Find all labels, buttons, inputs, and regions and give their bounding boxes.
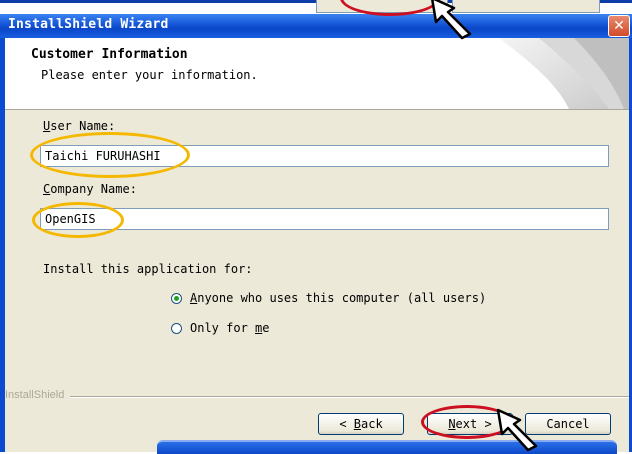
back-button-label: < Back <box>339 417 383 431</box>
company-name-field[interactable]: OpenGIS <box>40 208 609 230</box>
pointer-hand-icon <box>431 0 472 40</box>
radio-only-me[interactable]: Only for me <box>171 321 270 335</box>
close-icon: ✕ <box>613 18 625 34</box>
close-button[interactable]: ✕ <box>608 15 630 37</box>
radio-all-users-label: Anyone who uses this computer (all users… <box>190 291 487 305</box>
company-name-label: Company Name: <box>43 182 137 196</box>
highlight-user-name-ring <box>30 132 190 178</box>
window-title: InstallShield Wizard <box>8 17 169 32</box>
page-subtitle: Please enter your information. <box>41 68 258 82</box>
radio-all-users[interactable]: Anyone who uses this computer (all users… <box>171 291 486 305</box>
radio-selected-icon <box>171 292 182 304</box>
title-bar: InstallShield Wizard ✕ <box>0 14 632 38</box>
footer-divider <box>5 396 629 398</box>
back-button[interactable]: < Back <box>318 413 404 435</box>
background-window-strip <box>0 0 632 14</box>
cancel-button-label: Cancel <box>546 417 590 431</box>
highlight-company-name-ring <box>32 202 124 238</box>
installshield-brand: InstallShield <box>5 389 71 401</box>
install-for-label: Install this application for: <box>43 262 253 276</box>
user-name-label: User Name: <box>43 119 116 133</box>
radio-only-me-label: Only for me <box>190 321 270 335</box>
pointer-hand-icon <box>496 408 538 452</box>
header-graphic-icon <box>499 38 629 109</box>
radio-unselected-icon <box>171 322 182 334</box>
page-title: Customer Information <box>31 47 188 62</box>
header-panel: Customer Information Please enter your i… <box>5 38 629 110</box>
